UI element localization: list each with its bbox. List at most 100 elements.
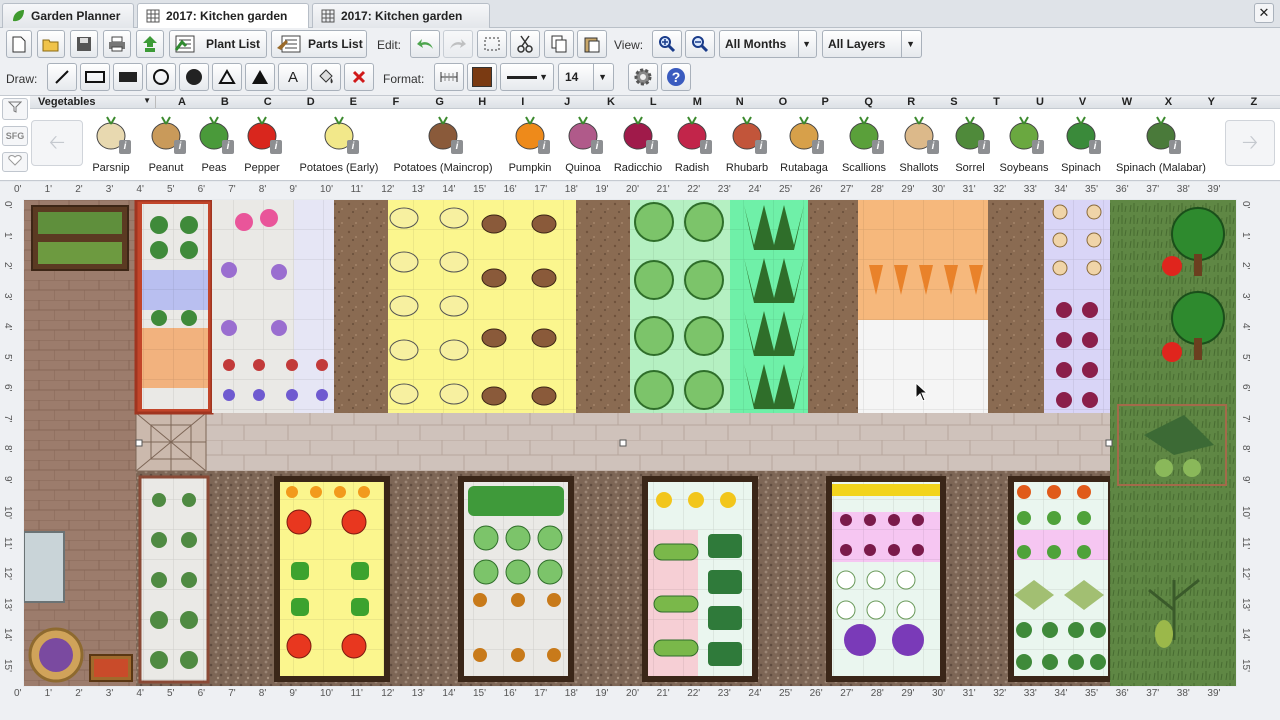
months-select[interactable]: All Months ▼ <box>719 30 817 58</box>
plant-item-pumpkin[interactable]: i Pumpkin <box>503 114 557 178</box>
plant-item-rutabaga[interactable]: i Rutabaga <box>777 114 831 178</box>
plant-item-potatoes-early[interactable]: i Potatoes (Early) <box>289 114 390 178</box>
zoom-in-icon[interactable] <box>652 30 682 58</box>
triangle-tool-icon[interactable] <box>212 63 242 91</box>
tab-garden-planner[interactable]: Garden Planner <box>2 3 134 28</box>
line-tool-icon[interactable] <box>47 63 77 91</box>
plant-item-quinoa[interactable]: i Quinoa <box>556 114 610 178</box>
tab-kitchen-garden-1[interactable]: 2017: Kitchen garden <box>137 3 309 28</box>
circle-tool-icon[interactable] <box>146 63 176 91</box>
garden-plan[interactable] <box>24 200 1236 686</box>
info-icon[interactable]: i <box>645 140 658 154</box>
ruler-tick-label: 8' <box>1240 445 1251 453</box>
dimension-icon[interactable] <box>434 63 464 91</box>
info-icon[interactable]: i <box>591 140 603 154</box>
plant-list-button[interactable]: Plant List <box>169 30 267 58</box>
info-icon[interactable]: i <box>346 140 359 154</box>
fill-bucket-icon[interactable] <box>311 63 341 91</box>
help-icon[interactable]: ? <box>661 63 691 91</box>
scroll-left-button[interactable]: 🡠 <box>31 120 83 166</box>
line-style-select[interactable]: ▼ <box>500 63 554 91</box>
info-icon[interactable]: i <box>174 140 186 154</box>
plant-item-parsnip[interactable]: i Parsnip <box>84 114 138 178</box>
plant-item-peanut[interactable]: i Peanut <box>139 114 193 178</box>
ruler-tick-label: 3' <box>2 292 13 300</box>
column-letter: G <box>435 96 444 108</box>
info-icon[interactable]: i <box>119 140 131 154</box>
redo-icon[interactable] <box>443 30 473 58</box>
delete-icon[interactable] <box>344 63 374 91</box>
save-icon[interactable] <box>70 30 98 58</box>
paste-icon[interactable] <box>577 30 607 58</box>
open-folder-icon[interactable] <box>37 30 65 58</box>
gear-icon[interactable] <box>628 63 658 91</box>
tab-kitchen-garden-2[interactable]: 2017: Kitchen garden <box>312 3 490 28</box>
plant-item-scallions[interactable]: i Scallions <box>836 114 893 178</box>
text-tool-button[interactable]: A <box>278 63 308 91</box>
copy-icon[interactable] <box>544 30 574 58</box>
ruler-tick-label: 14' <box>1240 628 1251 642</box>
close-icon[interactable]: ✕ <box>1254 3 1274 23</box>
filled-rectangle-tool-icon[interactable] <box>113 63 143 91</box>
ruler-tick-label: 0' <box>14 184 22 195</box>
plant-item-shallots[interactable]: i Shallots <box>892 114 946 178</box>
zoom-out-icon[interactable] <box>685 30 715 58</box>
top-ruler: 0' 1' 2' 3' 4' 5' 6' 7' 8' 9' 10' 11' 12' 13' 14' 15' 16… <box>0 182 1280 199</box>
info-icon[interactable]: i <box>222 140 234 154</box>
ruler-tick-label: 1' <box>1240 231 1251 239</box>
rectangle-tool-icon[interactable] <box>80 63 110 91</box>
plant-item-rhubarb[interactable]: i Rhubarb <box>720 114 774 178</box>
color-swatch[interactable] <box>467 63 497 91</box>
cut-icon[interactable] <box>510 30 540 58</box>
plant-name: Sorrel <box>955 162 985 174</box>
layers-select[interactable]: All Layers ▼ <box>822 30 922 58</box>
ruler-tick-label: 32' <box>993 184 1007 195</box>
ruler-tick-label: 24' <box>748 184 762 195</box>
new-file-icon[interactable] <box>6 30 32 58</box>
column-letter: X <box>1164 96 1173 108</box>
ruler-tick-label: 11' <box>2 536 13 549</box>
plant-item-pepper[interactable]: i Pepper <box>235 114 289 178</box>
category-select[interactable]: Vegetables ▼ <box>30 96 156 108</box>
ruler-tick-label: 37' <box>1146 688 1160 699</box>
column-letter: Q <box>864 96 873 108</box>
filter-icon[interactable] <box>2 98 28 120</box>
plant-item-soybeans[interactable]: i Soybeans <box>997 114 1051 178</box>
info-icon[interactable]: i <box>1168 140 1181 154</box>
scroll-right-button[interactable]: 🡢 <box>1225 120 1275 166</box>
plant-item-radish[interactable]: i Radish <box>665 114 719 178</box>
info-icon[interactable]: i <box>270 140 282 154</box>
font-size-select[interactable]: 14 ▼ <box>558 63 614 91</box>
print-icon[interactable] <box>103 30 131 58</box>
plant-item-peas[interactable]: i Peas <box>187 114 241 178</box>
ruler-tick-label: 3' <box>1240 292 1251 300</box>
tab-label: 2017: Kitchen garden <box>341 9 463 23</box>
favorite-heart-icon[interactable] <box>2 152 28 172</box>
info-icon[interactable]: i <box>450 140 463 154</box>
parts-list-button[interactable]: Parts List <box>271 30 367 58</box>
info-icon[interactable]: i <box>927 140 939 154</box>
info-icon[interactable]: i <box>755 140 767 154</box>
plant-item-spinach-malabar[interactable]: i Spinach (Malabar) <box>1107 114 1214 178</box>
ruler-tick-label: 13' <box>411 184 425 195</box>
plant-item-potatoes-maincrop[interactable]: i Potatoes (Maincrop) <box>383 114 503 178</box>
info-icon[interactable]: i <box>812 140 824 154</box>
plant-item-sorrel[interactable]: i Sorrel <box>943 114 997 178</box>
plant-item-radicchio[interactable]: i Radicchio <box>610 114 667 178</box>
info-icon[interactable]: i <box>538 140 550 154</box>
export-icon[interactable] <box>136 30 164 58</box>
column-letter: L <box>649 96 657 108</box>
filled-triangle-tool-icon[interactable] <box>245 63 275 91</box>
filled-circle-tool-icon[interactable] <box>179 63 209 91</box>
info-icon[interactable]: i <box>700 140 712 154</box>
garden-canvas[interactable] <box>24 200 1236 686</box>
info-icon[interactable]: i <box>978 140 990 154</box>
column-letter: I <box>521 96 525 108</box>
info-icon[interactable]: i <box>1032 140 1044 154</box>
info-icon[interactable]: i <box>1089 140 1101 154</box>
undo-icon[interactable] <box>410 30 440 58</box>
info-icon[interactable]: i <box>871 140 884 154</box>
plant-item-spinach[interactable]: i Spinach <box>1054 114 1108 178</box>
sfg-toggle[interactable]: SFG <box>2 126 28 146</box>
select-icon[interactable] <box>477 30 507 58</box>
